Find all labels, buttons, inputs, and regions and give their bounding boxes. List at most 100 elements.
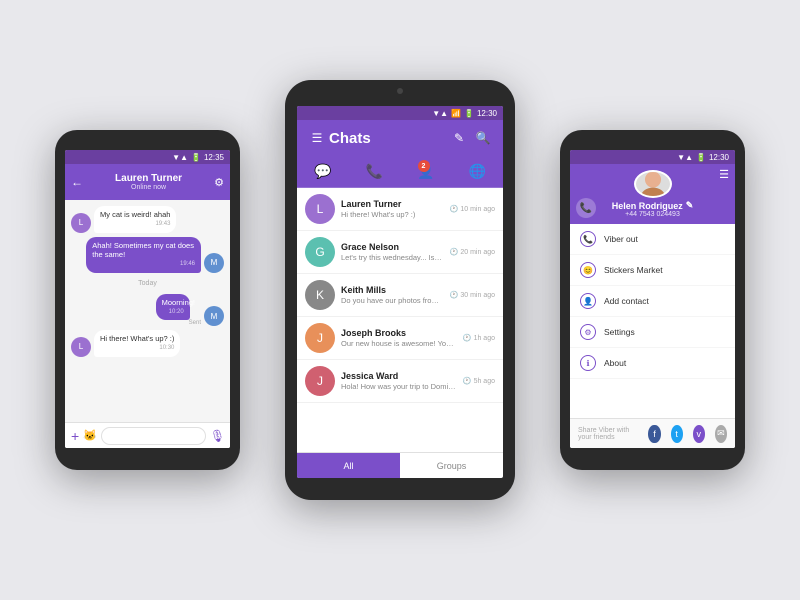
- message-input[interactable]: [101, 427, 206, 445]
- add-contact-icon: 👤: [580, 293, 596, 309]
- profile-avatar: [634, 170, 672, 198]
- hamburger-button[interactable]: ☰: [719, 168, 729, 181]
- emoji-button[interactable]: 🐱: [83, 429, 97, 442]
- facebook-share-button[interactable]: f: [648, 425, 660, 443]
- left-signal-icon: ▼▲: [172, 153, 188, 162]
- twitter-share-button[interactable]: t: [671, 425, 683, 443]
- time-label: 30 min ago: [460, 292, 495, 299]
- email-share-button[interactable]: ✉: [715, 425, 727, 443]
- right-battery-icon: 🔋: [696, 153, 706, 162]
- chat-preview: Our new house is awesome! You should com…: [341, 339, 457, 348]
- message-time: 10:20: [162, 309, 184, 317]
- edit-profile-icon[interactable]: ✎: [686, 200, 694, 211]
- messages-icon: 💬: [314, 163, 331, 180]
- tab-groups-label: Groups: [437, 461, 467, 471]
- chat-info: Grace Nelson Let's try this wednesday...…: [341, 242, 444, 262]
- chat-time: 🕐 5h ago: [463, 377, 495, 385]
- settings-icon[interactable]: ⚙: [214, 176, 224, 189]
- center-phone: ▼▲ 📶 🔋 12:30 ☰ Chats ✎ 🔍 💬 📞: [285, 80, 515, 500]
- messages-area: L My cat is weird! ahah 19:43 Ahah! Some…: [65, 200, 230, 422]
- about-icon: ℹ: [580, 355, 596, 371]
- search-button[interactable]: 🔍: [473, 128, 493, 148]
- stickers-icon: 😊: [580, 262, 596, 278]
- settings-icon: ⚙: [580, 324, 596, 340]
- more-icon: 🌐: [469, 163, 486, 180]
- contact-name: Lauren Turner: [87, 173, 210, 184]
- time-label: 20 min ago: [460, 249, 495, 256]
- avatar: J: [305, 366, 335, 396]
- chat-name: Joseph Brooks: [341, 328, 457, 338]
- chat-item-jessica[interactable]: J Jessica Ward Hola! How was your trip t…: [297, 360, 503, 403]
- profile-phone: +44 7543 024493: [625, 211, 680, 218]
- avatar: K: [305, 280, 335, 310]
- message-text: My cat is weird! ahah: [100, 210, 170, 219]
- back-button[interactable]: ←: [71, 175, 83, 189]
- left-status-bar: ▼▲ 🔋 12:35: [65, 150, 230, 164]
- add-button[interactable]: +: [71, 428, 79, 444]
- message-status: Sent: [156, 320, 201, 326]
- avatar: G: [305, 237, 335, 267]
- menu-item-settings[interactable]: ⚙ Settings: [570, 317, 735, 348]
- tab-calls[interactable]: 📞: [349, 156, 401, 187]
- menu-button[interactable]: ☰: [307, 128, 327, 148]
- call-button[interactable]: 📞: [576, 198, 596, 218]
- message-time: 10:30: [100, 345, 174, 353]
- right-status-bar: ▼▲ 🔋 12:30: [570, 150, 735, 164]
- tab-all[interactable]: All: [297, 453, 400, 478]
- chat-list: L Lauren Turner Hi there! What's up? :) …: [297, 188, 503, 452]
- chat-preview: Hola! How was your trip to Dominican Rep…: [341, 382, 457, 391]
- edit-button[interactable]: ✎: [449, 128, 469, 148]
- message-text: Ahah! Sometimes my cat does the same!: [92, 241, 194, 260]
- menu-label: About: [604, 358, 626, 368]
- right-signal-icon: ▼▲: [677, 153, 693, 162]
- signal-icon: ▼▲: [432, 109, 448, 118]
- left-time: 12:35: [204, 153, 224, 162]
- bottom-tabs: All Groups: [297, 452, 503, 478]
- left-battery-icon: 🔋: [191, 153, 201, 162]
- avatar: M: [204, 253, 224, 273]
- time-label: 10 min ago: [460, 206, 495, 213]
- message-bubble: Hi there! What's up? :) 10:30: [94, 330, 180, 357]
- time-label: 1h ago: [474, 335, 495, 342]
- menu-label: Viber out: [604, 234, 638, 244]
- message-bubble: My cat is weird! ahah 19:43: [94, 206, 176, 233]
- chat-item-joseph[interactable]: J Joseph Brooks Our new house is awesome…: [297, 317, 503, 360]
- menu-item-viber-out[interactable]: 📞 Viber out: [570, 224, 735, 255]
- chat-name: Lauren Turner: [341, 199, 444, 209]
- chat-time: 🕐 30 min ago: [450, 291, 495, 299]
- message-text: Moorning!: [162, 298, 195, 307]
- menu-item-stickers[interactable]: 😊 Stickers Market: [570, 255, 735, 286]
- menu-item-add-contact[interactable]: 👤 Add contact: [570, 286, 735, 317]
- center-time: 12:30: [477, 109, 497, 118]
- tab-groups[interactable]: Groups: [400, 453, 503, 478]
- chat-item-lauren[interactable]: L Lauren Turner Hi there! What's up? :) …: [297, 188, 503, 231]
- menu-item-about[interactable]: ℹ About: [570, 348, 735, 379]
- avatar: L: [305, 194, 335, 224]
- menu-label: Settings: [604, 327, 635, 337]
- time-label: 5h ago: [474, 378, 495, 385]
- contact-info: Lauren Turner Online now: [87, 173, 210, 191]
- chat-name: Grace Nelson: [341, 242, 444, 252]
- chat-info: Joseph Brooks Our new house is awesome! …: [341, 328, 457, 348]
- left-chat-header: ← Lauren Turner Online now ⚙: [65, 164, 230, 200]
- viber-out-icon: 📞: [580, 231, 596, 247]
- contact-status: Online now: [87, 184, 210, 191]
- chat-input-bar: + 🐱 🎙: [65, 422, 230, 448]
- mic-button[interactable]: 🎙: [210, 429, 225, 443]
- chat-info: Keith Mills Do you have our photos from …: [341, 285, 444, 305]
- message-row-2: Ahah! Sometimes my cat does the same! 19…: [71, 237, 224, 273]
- chat-info: Lauren Turner Hi there! What's up? :): [341, 199, 444, 219]
- center-status-bar: ▼▲ 📶 🔋 12:30: [297, 106, 503, 120]
- message-row-3: Moorning! 10:20 Sent M: [71, 294, 224, 327]
- chat-item-keith[interactable]: K Keith Mills Do you have our photos fro…: [297, 274, 503, 317]
- viber-share-button[interactable]: v: [693, 425, 705, 443]
- tab-contacts[interactable]: 👤 2: [400, 156, 452, 187]
- chat-time: 🕐 20 min ago: [450, 248, 495, 256]
- tab-bar: 💬 📞 👤 2 🌐: [297, 156, 503, 188]
- avatar: M: [204, 306, 224, 326]
- menu-list: 📞 Viber out 😊 Stickers Market 👤 Add cont…: [570, 224, 735, 418]
- tab-more[interactable]: 🌐: [452, 156, 504, 187]
- chat-item-grace[interactable]: G Grace Nelson Let's try this wednesday.…: [297, 231, 503, 274]
- tab-messages[interactable]: 💬: [297, 156, 349, 187]
- profile-name: Helen Rodriguez ✎: [612, 200, 694, 211]
